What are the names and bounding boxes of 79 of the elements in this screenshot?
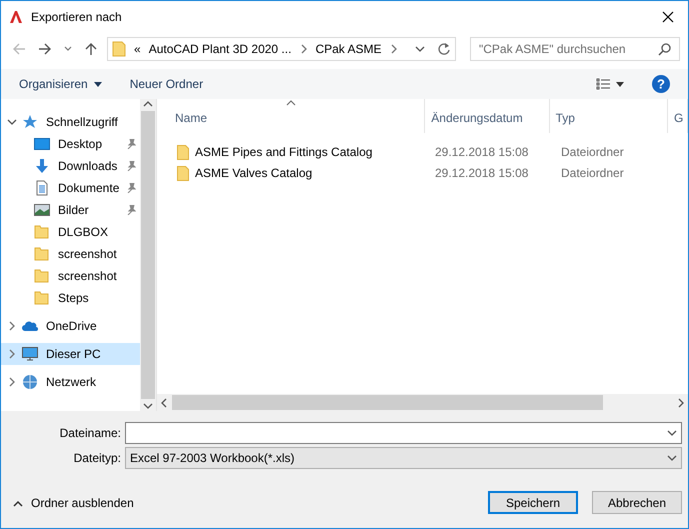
folder-icon [34, 224, 50, 240]
dialog-button[interactable]: Abbrechen [592, 491, 682, 514]
back-icon [12, 42, 26, 56]
sidebar-item[interactable]: Schnellzugriff [1, 111, 140, 133]
chevron-up-icon [13, 498, 23, 506]
file-name[interactable]: ASME Pipes and Fittings Catalog [195, 142, 372, 160]
organize-menu[interactable]: Organisieren [19, 73, 102, 95]
window-title: Exportieren nach [31, 9, 122, 26]
monitor-icon [34, 136, 50, 152]
app-logo-icon [9, 10, 23, 24]
column-header[interactable]: Änderungsdatum [425, 99, 550, 133]
chevron-right-icon[interactable] [7, 376, 17, 388]
file-type: Dateiordner [560, 164, 625, 182]
details-view-icon [596, 78, 610, 90]
chevron-right-icon[interactable] [7, 348, 17, 360]
sort-ascending-icon [286, 100, 296, 106]
view-options-button[interactable] [596, 76, 624, 92]
chevron-right-icon [299, 43, 308, 55]
chevron-down-icon [143, 401, 153, 411]
document-icon [34, 180, 50, 196]
folder-icon [34, 246, 50, 262]
field-label: Dateityp: [72, 450, 121, 466]
vertical-scrollbar[interactable] [140, 99, 156, 411]
forward-icon [38, 42, 52, 56]
down-arrow-icon [34, 158, 50, 174]
folder-icon [112, 41, 126, 57]
file-type: Dateiordner [560, 144, 625, 160]
column-header[interactable]: Name [157, 99, 426, 133]
dialog-button[interactable]: Speichern [488, 491, 578, 514]
up-icon [84, 42, 98, 56]
search-icon [658, 42, 672, 56]
picture-icon [34, 202, 50, 218]
globe-icon [22, 374, 38, 390]
address-bar[interactable]: « AutoCAD Plant 3D 2020 ... CPak ASME [107, 37, 456, 61]
caret-down-icon [94, 82, 102, 86]
overflow-indicator[interactable]: « [134, 40, 141, 58]
folder-icon [34, 268, 50, 284]
sidebar-item[interactable]: Bilder [1, 199, 140, 221]
chevron-down-icon[interactable] [7, 117, 17, 127]
sidebar-item[interactable]: DLGBOX [1, 221, 140, 243]
sidebar-item[interactable]: screenshot [1, 265, 140, 287]
folder-icon [177, 144, 189, 160]
breadcrumb[interactable]: CPak ASME [315, 40, 382, 58]
chevron-right-icon [389, 43, 398, 55]
sidebar-item[interactable]: Dieser PC [1, 343, 140, 365]
caret-down-icon [616, 82, 624, 86]
column-header[interactable]: G [668, 99, 688, 133]
refresh-icon[interactable] [437, 42, 451, 56]
chevron-down-icon [667, 428, 677, 438]
sidebar-item[interactable]: OneDrive [1, 315, 140, 337]
sidebar-item[interactable]: Desktop [1, 133, 140, 155]
modified-date: 29.12.2018 15:08 [434, 164, 530, 182]
chevron-left-icon [160, 398, 168, 408]
new-folder-button[interactable]: Neuer Ordner [130, 73, 204, 95]
file-type-dropdown[interactable]: Excel 97-2003 Workbook(*.xls) [125, 446, 682, 468]
breadcrumb[interactable]: AutoCAD Plant 3D 2020 ... [148, 40, 292, 58]
sidebar-item[interactable]: Steps [1, 287, 140, 309]
close-icon [662, 11, 674, 23]
hide-folders-button[interactable]: Ordner ausblenden [13, 494, 134, 512]
folder-icon [177, 164, 189, 180]
horizontal-scrollbar[interactable] [157, 394, 688, 411]
search-field[interactable]: "CPak ASME" durchsuchen [470, 37, 680, 61]
column-header[interactable]: Typ [550, 99, 668, 133]
chevron-right-icon[interactable] [7, 320, 17, 332]
field-label: Dateiname: [58, 424, 121, 442]
file-name[interactable]: ASME Valves Catalog [195, 164, 312, 182]
chevron-right-icon [677, 398, 685, 408]
sidebar-item[interactable]: Dokumente [1, 177, 140, 199]
sidebar-item[interactable]: Netzwerk [1, 371, 140, 393]
folder-icon [34, 290, 50, 306]
file-name-field[interactable] [125, 422, 682, 444]
computer-icon [22, 346, 38, 362]
chevron-down-icon[interactable] [415, 44, 425, 54]
chevron-up-icon [143, 99, 153, 109]
star-icon [22, 114, 38, 130]
sidebar-item[interactable]: Downloads [1, 155, 140, 177]
sidebar-item[interactable]: screenshot [1, 243, 140, 265]
chevron-down-icon [667, 452, 677, 462]
modified-date: 29.12.2018 15:08 [434, 144, 530, 160]
